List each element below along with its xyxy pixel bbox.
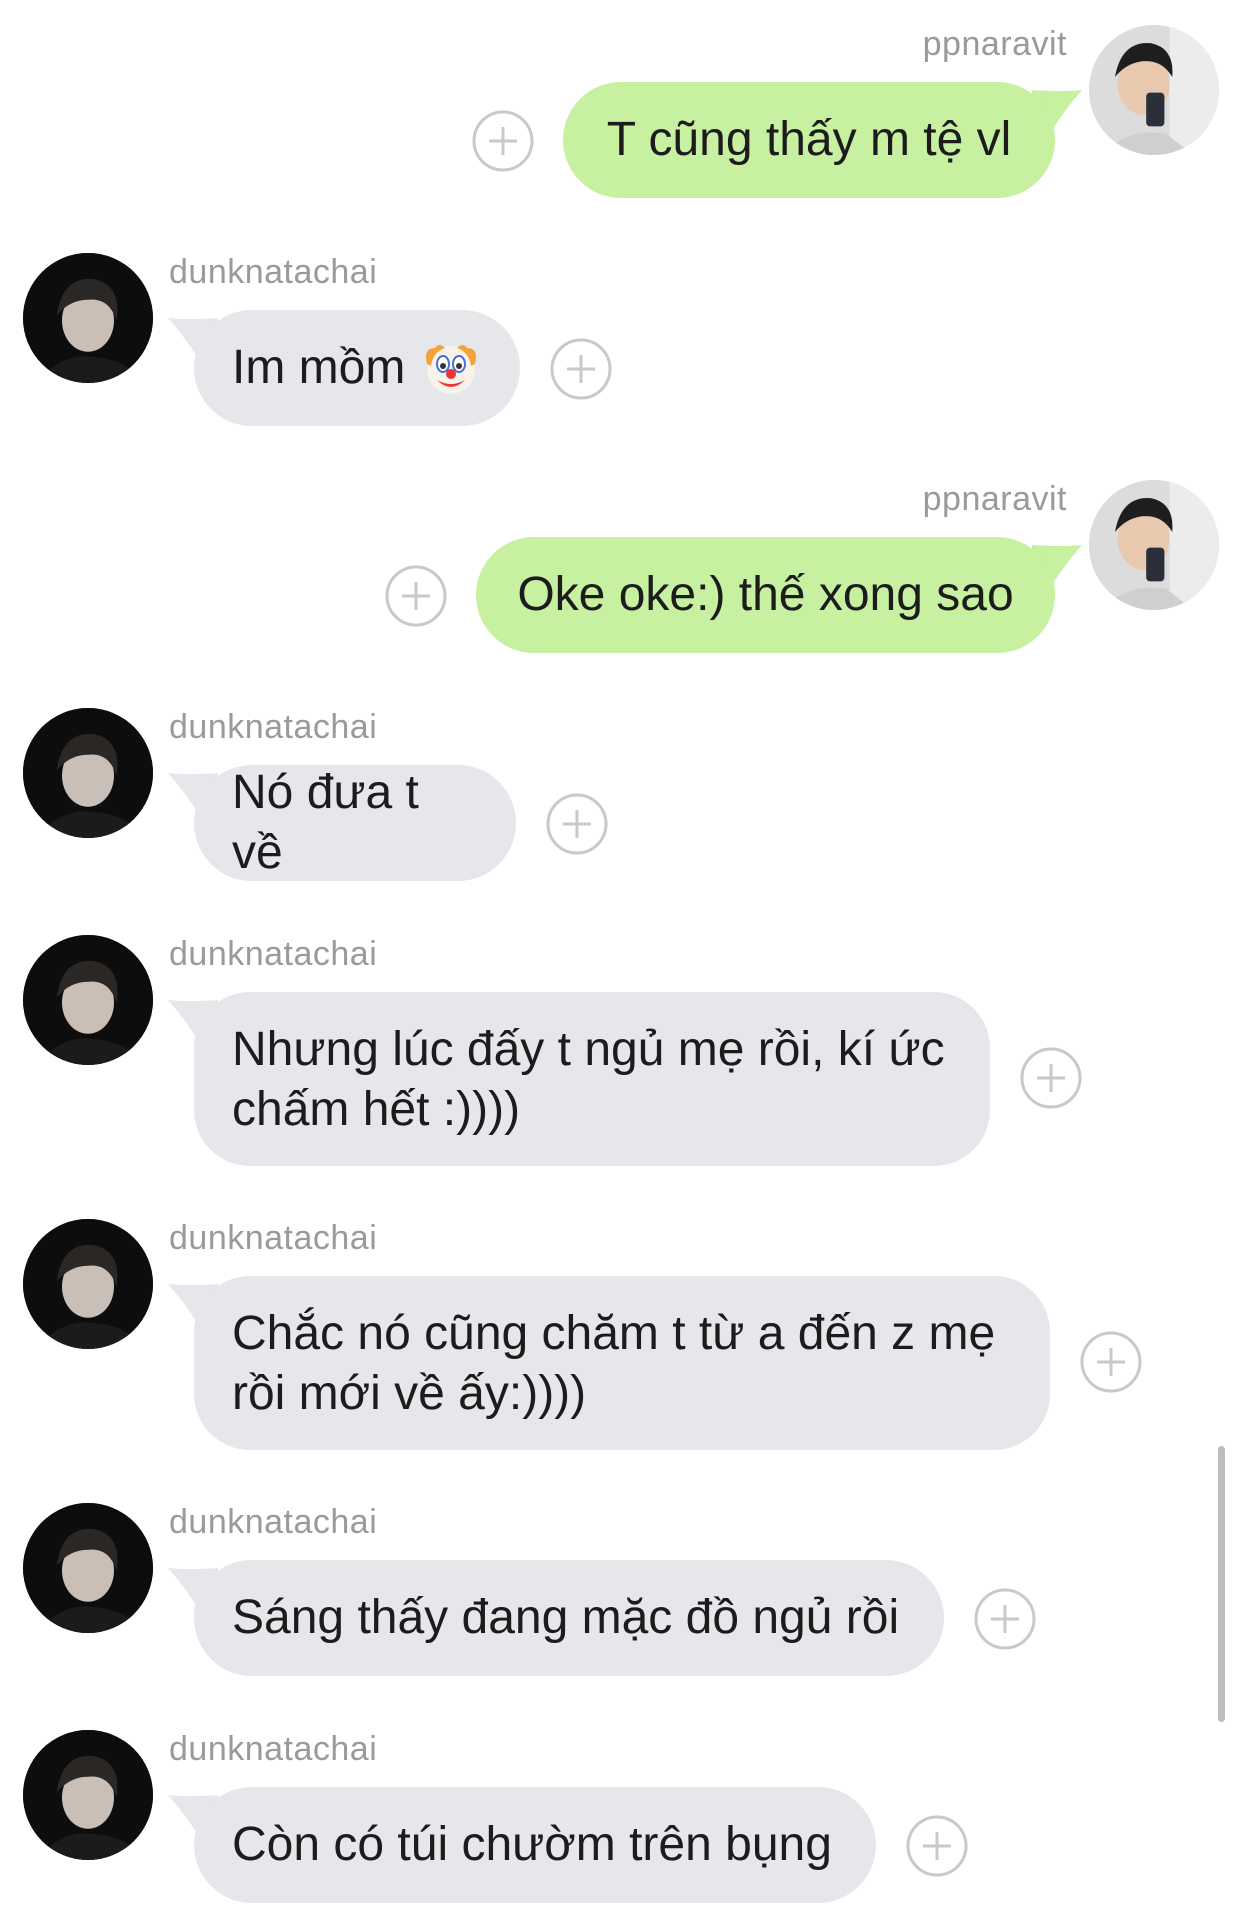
sender-name: dunknatachai bbox=[169, 253, 378, 291]
message-bubble[interactable]: Còn có túi chườm trên bụng bbox=[194, 1787, 876, 1903]
add-reaction-button[interactable] bbox=[550, 338, 612, 400]
avatar-dunknatachai[interactable] bbox=[23, 1219, 153, 1349]
sender-name: dunknatachai bbox=[169, 1219, 378, 1257]
message-text: Nó đưa t về bbox=[232, 766, 419, 879]
avatar-dunknatachai[interactable] bbox=[23, 935, 153, 1065]
message-bubble[interactable]: Im mồm bbox=[194, 310, 520, 426]
add-reaction-button[interactable] bbox=[472, 110, 534, 172]
add-reaction-button[interactable] bbox=[1080, 1331, 1142, 1393]
sender-name: dunknatachai bbox=[169, 1730, 378, 1768]
sender-name: ppnaravit bbox=[922, 480, 1067, 518]
message-bubble[interactable]: T cũng thấy m tệ vl bbox=[563, 82, 1055, 198]
message-bubble[interactable]: Oke oke:) thế xong sao bbox=[476, 537, 1055, 653]
avatar-dunknatachai[interactable] bbox=[23, 1730, 153, 1860]
scrollbar[interactable] bbox=[1218, 1446, 1225, 1722]
message-text: Nhưng lúc đấy t ngủ mẹ rồi, kí ức chấm h… bbox=[232, 1023, 945, 1136]
message-bubble[interactable]: Nhưng lúc đấy t ngủ mẹ rồi, kí ức chấm h… bbox=[194, 992, 990, 1166]
avatar-dunknatachai[interactable] bbox=[23, 708, 153, 838]
avatar-dunknatachai[interactable] bbox=[23, 1503, 153, 1633]
message-text: Chắc nó cũng chăm t từ a đến z mẹ rồi mớ… bbox=[232, 1307, 996, 1420]
message-text: Im mồm bbox=[232, 341, 406, 394]
message-text: T cũng thấy m tệ vl bbox=[606, 113, 1012, 166]
sender-name: dunknatachai bbox=[169, 708, 378, 746]
add-reaction-button[interactable] bbox=[906, 1815, 968, 1877]
sender-name: dunknatachai bbox=[169, 935, 378, 973]
message-bubble[interactable]: Chắc nó cũng chăm t từ a đến z mẹ rồi mớ… bbox=[194, 1276, 1050, 1450]
sender-name: dunknatachai bbox=[169, 1503, 378, 1541]
add-reaction-button[interactable] bbox=[974, 1588, 1036, 1650]
clown-face-emoji bbox=[421, 338, 481, 398]
avatar-dunknatachai[interactable] bbox=[23, 253, 153, 383]
add-reaction-button[interactable] bbox=[1020, 1047, 1082, 1109]
message-text: Sáng thấy đang mặc đồ ngủ rồi bbox=[232, 1591, 900, 1644]
add-reaction-button[interactable] bbox=[385, 565, 447, 627]
message-bubble[interactable]: Nó đưa t về bbox=[194, 765, 516, 881]
message-text: Còn có túi chườm trên bụng bbox=[232, 1818, 832, 1871]
message-text: Oke oke:) thế xong sao bbox=[517, 568, 1014, 621]
add-reaction-button[interactable] bbox=[546, 793, 608, 855]
sender-name: ppnaravit bbox=[922, 25, 1067, 63]
avatar-ppnaravit[interactable] bbox=[1089, 25, 1219, 155]
avatar-ppnaravit[interactable] bbox=[1089, 480, 1219, 610]
message-bubble[interactable]: Sáng thấy đang mặc đồ ngủ rồi bbox=[194, 1560, 944, 1676]
